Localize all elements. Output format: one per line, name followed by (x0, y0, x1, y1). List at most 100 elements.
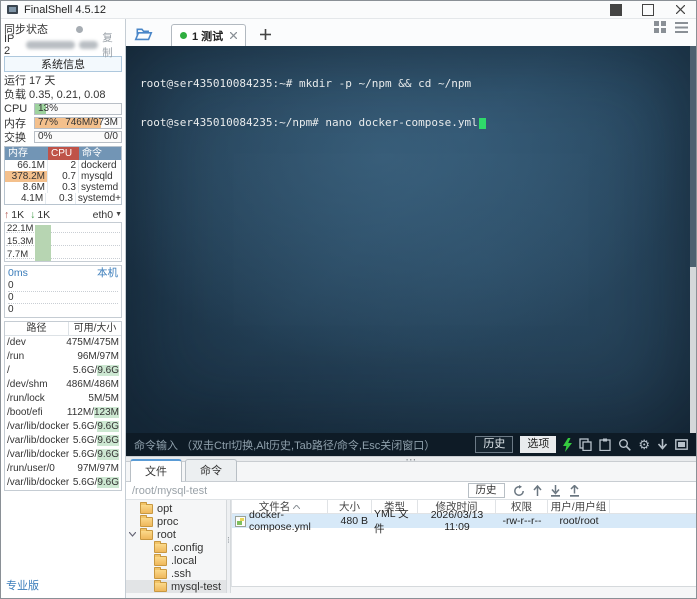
command-input-hint[interactable]: 命令输入 （双击Ctrl切换,Alt历史,Tab路径/命令,Esc关闭窗口） (134, 437, 468, 453)
terminal-tab[interactable]: 1 测试 (171, 24, 247, 46)
process-header-cpu[interactable]: CPU (48, 147, 79, 160)
swap-bar: 0% 0/0 (34, 131, 122, 143)
process-header-command[interactable]: 命令 (79, 147, 121, 160)
process-mem: 4.1M (5, 193, 47, 204)
process-cmd: systemd (81, 182, 119, 193)
tab-close-icon[interactable] (230, 32, 238, 39)
terminal-scrollbar[interactable] (690, 46, 696, 433)
column-size[interactable]: 大小 (328, 500, 372, 513)
title-bar: FinalShell 4.5.12 (1, 1, 696, 19)
disk-path: /run (7, 351, 25, 362)
tab-commands[interactable]: 命令 (185, 459, 237, 481)
open-folder-icon[interactable] (134, 27, 153, 41)
disk-row[interactable]: /run/user/0 97M/97M (5, 462, 121, 476)
disk-total: 5M (105, 393, 119, 404)
path-input[interactable]: /root/mysql-test (126, 485, 351, 497)
disk-row[interactable]: /var/lib/docker/r...5.6G/9.6G (5, 476, 121, 490)
process-cmd: systemd+ (77, 193, 121, 204)
path-row: /root/mysql-test 历史 (126, 482, 696, 500)
disk-header-path[interactable]: 路径 (5, 322, 69, 335)
minimize-button[interactable] (610, 3, 622, 16)
disk-row[interactable]: /var/lib/docker/r...5.6G/9.6G (5, 420, 121, 434)
disk-row[interactable]: / 5.6G/9.6G (5, 364, 121, 378)
process-row[interactable]: 8.6M 0.3 systemd (5, 182, 121, 193)
scroll-down-icon[interactable] (657, 438, 668, 451)
column-permissions[interactable]: 权限 (496, 500, 548, 513)
folder-icon (154, 553, 167, 566)
tree-item-proc[interactable]: proc (126, 514, 226, 528)
maximize-button[interactable] (642, 3, 654, 16)
download-rate: 1K (37, 208, 51, 221)
tree-item-ssh[interactable]: .ssh (126, 566, 226, 580)
paste-icon[interactable] (599, 438, 611, 451)
ping-value: 0 (8, 280, 118, 292)
disk-path: /var/lib/docker/r... (7, 435, 69, 446)
process-cmd: mysqld (81, 171, 113, 182)
new-tab-button[interactable] (260, 29, 272, 40)
tree-item-local[interactable]: .local (126, 553, 226, 567)
process-header-memory[interactable]: 内存 (5, 147, 48, 160)
disk-path: /var/lib/docker/r... (7, 421, 69, 432)
connected-dot-icon (180, 32, 187, 39)
disk-row[interactable]: /dev 475M/475M (5, 336, 121, 350)
disk-row[interactable]: /dev/shm 486M/486M (5, 378, 121, 392)
ip-label: IP 2 (4, 33, 15, 57)
interface-dropdown[interactable]: eth0 ▼ (93, 209, 122, 221)
disk-path: /var/lib/docker/r... (7, 449, 69, 460)
options-button[interactable]: 选项 (520, 436, 557, 453)
fullscreen-icon[interactable] (675, 439, 688, 450)
disk-row[interactable]: /var/lib/docker/r...5.6G/9.6G (5, 434, 121, 448)
transfer-icon[interactable] (532, 484, 542, 497)
disk-row[interactable]: /var/lib/docker/r...5.6G/9.6G (5, 448, 121, 462)
process-row[interactable]: 378.2M 0.7 mysqld (5, 171, 121, 182)
disk-total: 97M (99, 351, 119, 362)
chevron-expanded-icon[interactable] (129, 532, 136, 537)
file-toolbar: 历史 (351, 483, 696, 498)
tree-item-mysql-test[interactable]: mysql-test (126, 579, 226, 593)
network-row: ↑ 1K ↓ 1K eth0 ▼ (4, 207, 122, 222)
ping-panel: 0ms 本机 0 0 0 (4, 265, 122, 318)
file-row-docker-compose[interactable]: docker-compose.yml 480 B YML 文件 2026/03/… (232, 508, 696, 535)
network-graph: 22.1M 15.3M 7.7M (4, 222, 122, 262)
settings-gear-icon[interactable]: ⚙ (638, 438, 650, 451)
tree-item-root[interactable]: root (126, 527, 226, 541)
process-row[interactable]: 66.1M 2 dockerd (5, 160, 121, 171)
uptime-label: 运行 17 天 (4, 75, 56, 87)
ping-host[interactable]: 本机 (97, 267, 118, 280)
copy-ip-link[interactable]: 复制 (102, 30, 122, 60)
load-label: 负载 0.35, 0.21, 0.08 (4, 89, 106, 101)
tree-label: .local (171, 554, 197, 567)
tree-item-config[interactable]: .config (126, 540, 226, 554)
edition-label[interactable]: 专业版 (6, 577, 39, 593)
download-icon[interactable] (550, 484, 561, 497)
process-row[interactable]: 4.1M 0.3 systemd+ (5, 193, 121, 204)
disk-row[interactable]: /run 96M/97M (5, 350, 121, 364)
disk-header-size[interactable]: 可用/大小 (69, 322, 121, 335)
directory-tree: opt proc root .config .local .ssh mysql-… (126, 500, 226, 593)
upload-icon[interactable] (569, 484, 580, 497)
search-icon[interactable] (618, 438, 632, 451)
file-history-button[interactable]: 历史 (467, 483, 505, 498)
disk-avail: 5.6G/ (72, 435, 98, 446)
column-owner[interactable]: 用户/用户组 (548, 500, 610, 513)
close-button[interactable] (674, 4, 686, 16)
tile-layout-icon[interactable] (654, 20, 666, 38)
column-label: 权限 (511, 501, 532, 513)
upload-rate: 1K (11, 208, 25, 221)
tree-item-opt[interactable]: opt (126, 501, 226, 515)
folder-icon (140, 514, 153, 527)
tab-files[interactable]: 文件 (130, 459, 182, 482)
history-button[interactable]: 历史 (475, 436, 514, 453)
disk-row[interactable]: /run/lock 5M/5M (5, 392, 121, 406)
copy-icon[interactable] (579, 438, 592, 451)
disk-avail: 96M/ (77, 351, 100, 362)
memory-detail: 746M/973M (65, 117, 118, 128)
disk-row[interactable]: /boot/efi 112M/123M (5, 406, 121, 420)
terminal[interactable]: root@ser435010084235:~# mkdir -p ~/npm &… (126, 46, 696, 433)
list-layout-icon[interactable] (675, 20, 688, 38)
terminal-cursor (478, 118, 486, 129)
refresh-icon[interactable] (513, 484, 525, 497)
process-table: 内存 CPU 命令 66.1M 2 dockerd 378.2M 0.7 mys… (4, 146, 122, 205)
vertical-splitter[interactable]: ⁝ (226, 500, 231, 593)
disk-total: 97M (99, 463, 119, 474)
